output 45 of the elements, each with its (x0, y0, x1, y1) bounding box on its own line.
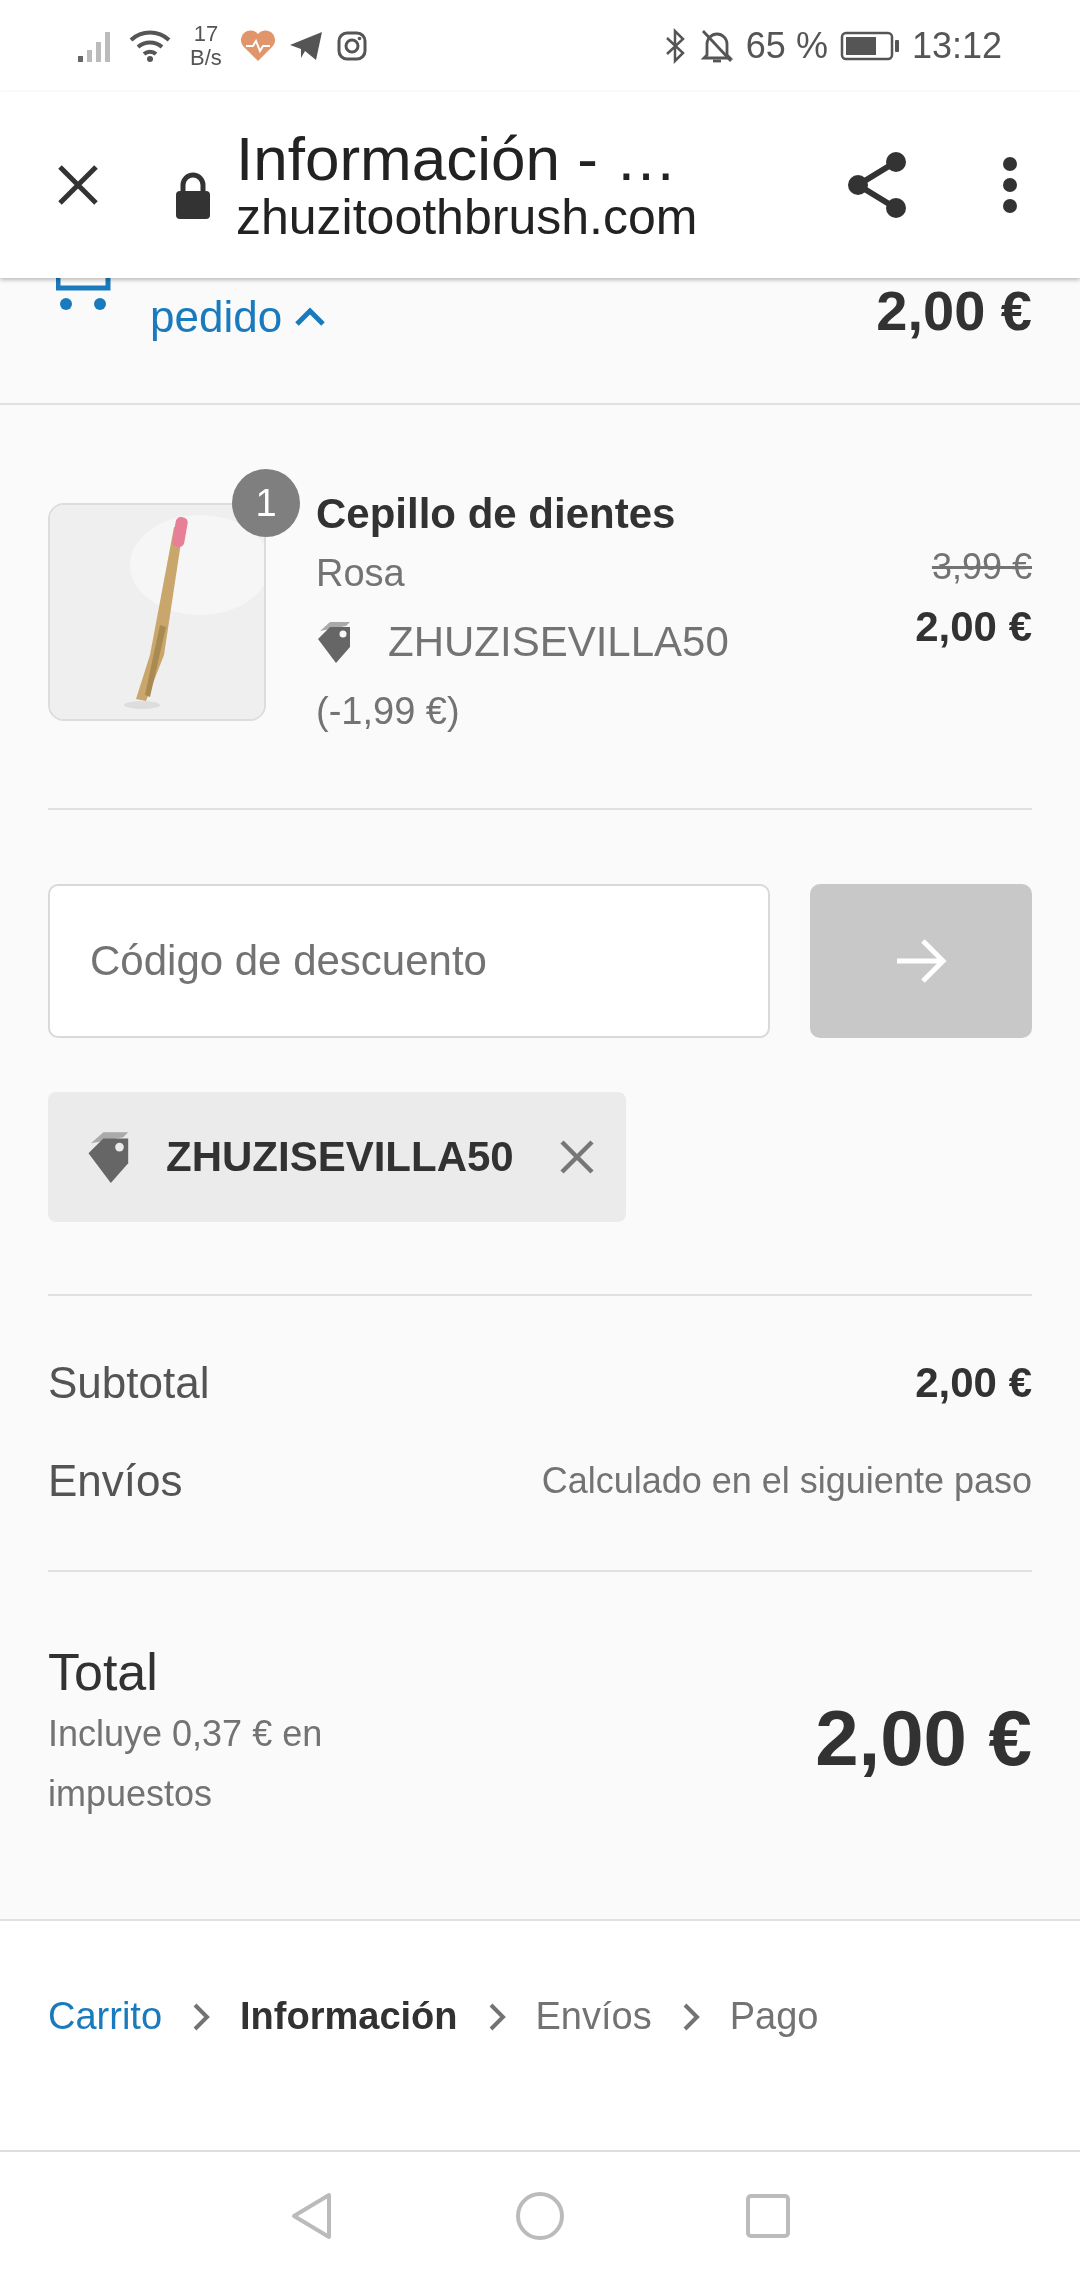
battery-icon (839, 31, 900, 61)
battery-percentage: 65 % (745, 25, 828, 67)
page-title: Información - … (236, 126, 679, 192)
summary-label: Subtotal (48, 1358, 210, 1408)
bell-off-icon (699, 28, 734, 64)
network-speed-unit: B/s (190, 46, 222, 70)
chevron-right-icon (487, 2001, 506, 2032)
home-icon[interactable] (515, 2191, 565, 2241)
product-name: Cepillo de dientes (316, 489, 677, 539)
total-amount: 2,00 € (815, 1692, 1032, 1784)
discount-code: ZHUZISEVILLA50 (388, 618, 729, 666)
discount-code-field[interactable]: Código de descuento (48, 884, 770, 1038)
chevron-right-icon (192, 2001, 211, 2032)
summary-note: Calculado en el siguiente paso (541, 1460, 1032, 1502)
caret-icon (294, 307, 327, 327)
network-speed-value: 17 (193, 22, 219, 46)
heart-icon (239, 29, 276, 63)
summary-label: Envíos (48, 1456, 183, 1506)
breadcrumb-step: Información (240, 1995, 458, 2038)
page-url: zhuzitoothbrush.com (236, 191, 699, 244)
breadcrumb-step: Pago (729, 1995, 819, 2038)
quantity-badge: 1 (232, 469, 300, 537)
breadcrumb-step[interactable]: Carrito (48, 1995, 163, 2038)
camera-icon (335, 30, 368, 62)
applied-code: ZHUZISEVILLA50 (166, 1133, 514, 1181)
clock-time: 13:12 (911, 25, 1002, 67)
order-summary-toggle[interactable]: pedido (150, 292, 327, 342)
close-icon (557, 1138, 596, 1176)
product-variant: Rosa (316, 551, 406, 596)
total-label: Total (48, 1642, 159, 1703)
order-total: 2,00 € (876, 278, 1032, 343)
original-price: 3,99 € (931, 545, 1032, 589)
recents-icon[interactable] (745, 2193, 791, 2239)
cart-icon (56, 278, 112, 312)
breadcrumb-step: Envíos (535, 1995, 652, 2038)
chevron-right-icon (681, 2001, 700, 2032)
discount-amount: (-1,99 €) (316, 689, 461, 734)
share-icon (846, 151, 908, 219)
wifi-icon (128, 28, 172, 64)
taxes-note: Incluye 0,37 € en impuestos (48, 1712, 324, 1816)
lock-icon (174, 172, 212, 220)
remove-code-button[interactable] (557, 1138, 596, 1176)
discounted-price: 2,00 € (915, 602, 1032, 652)
summary-amount: 2,00 € (915, 1359, 1032, 1407)
more-menu-icon (1002, 156, 1018, 214)
